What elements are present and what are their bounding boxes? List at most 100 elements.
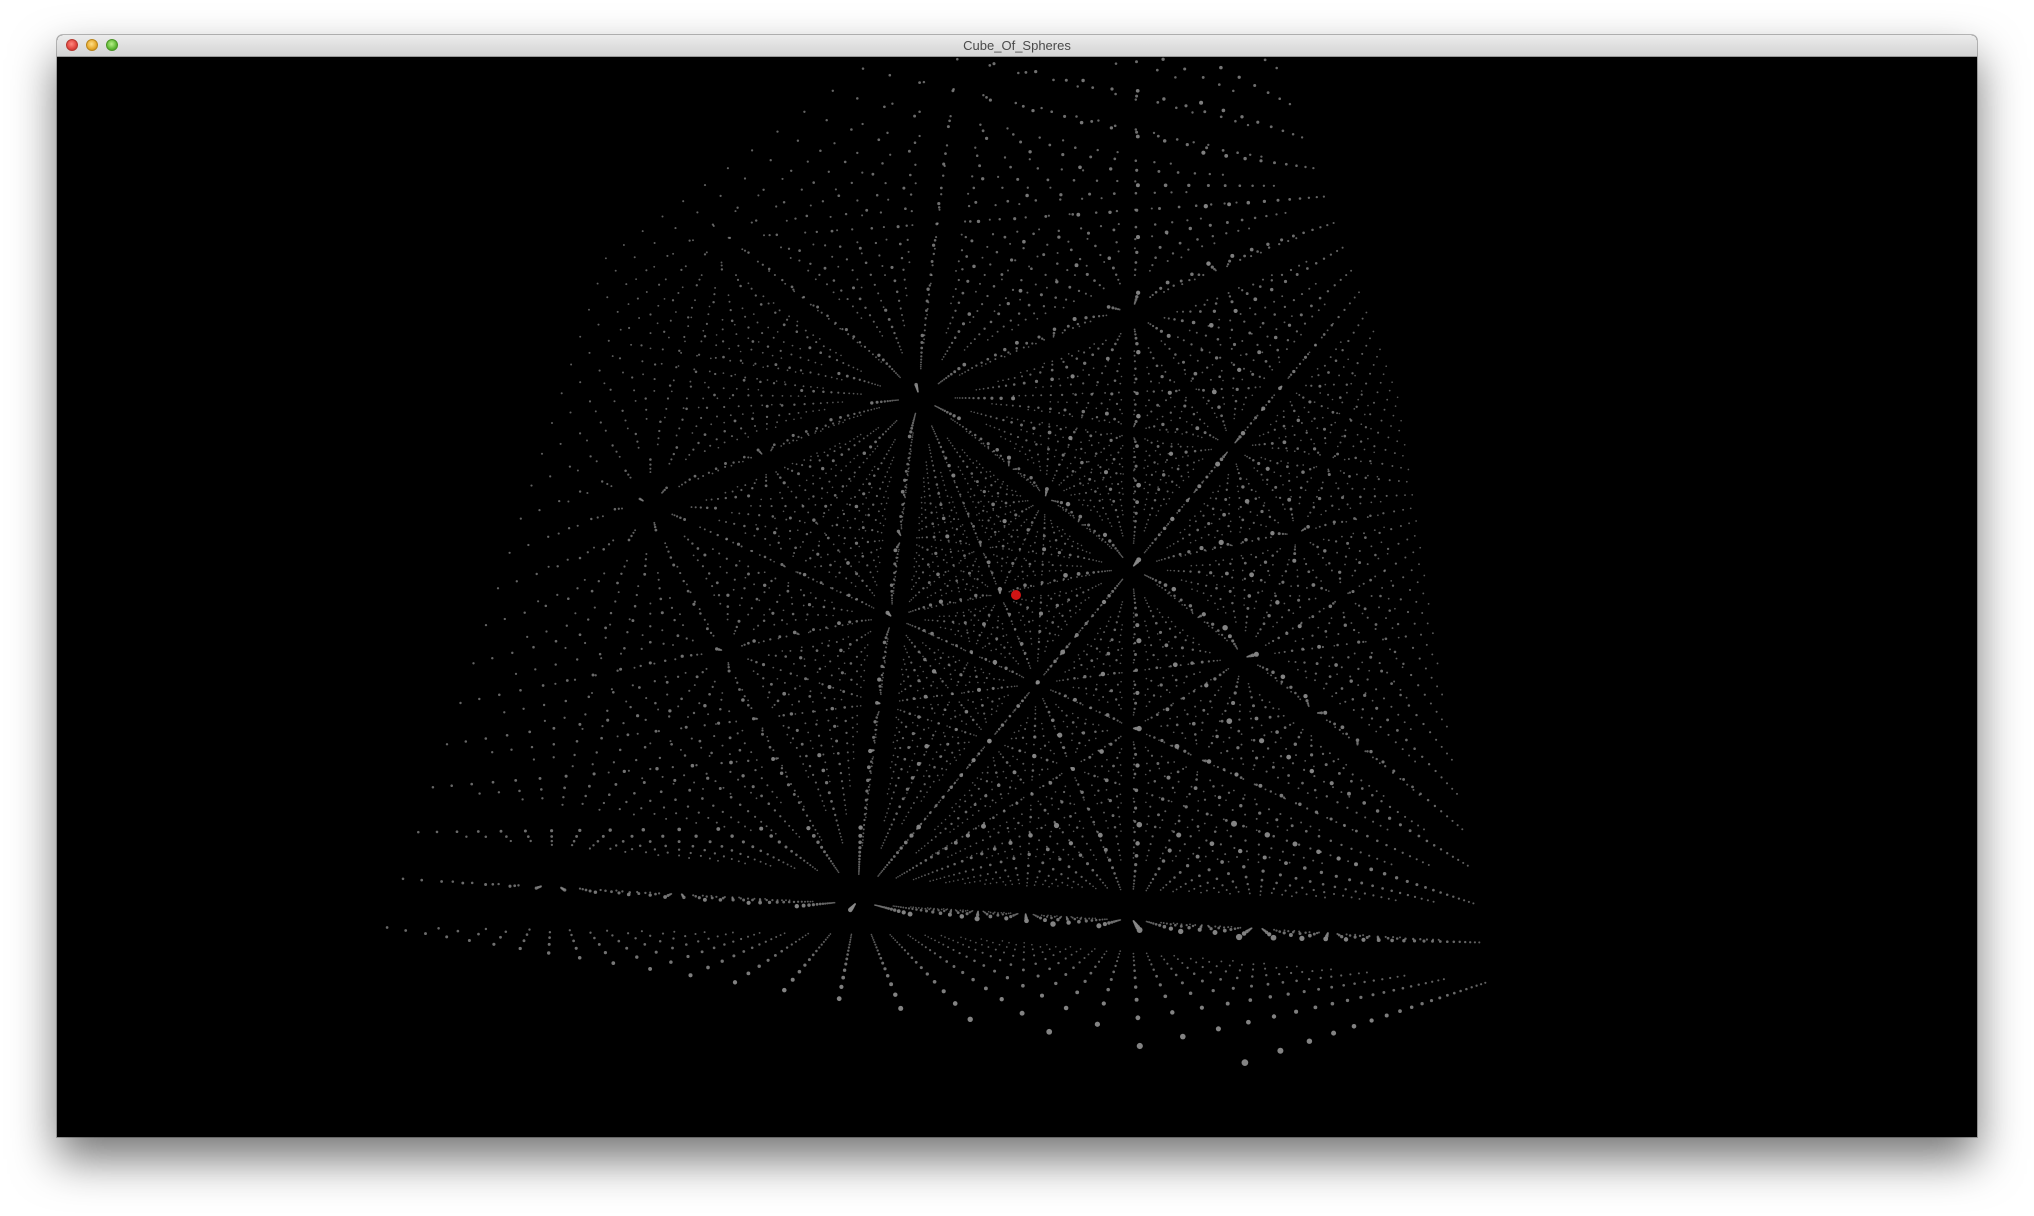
lattice-sphere — [934, 939, 936, 942]
lattice-sphere — [885, 238, 888, 241]
lattice-sphere — [942, 908, 945, 910]
lattice-sphere — [930, 684, 933, 687]
lattice-sphere — [846, 503, 848, 505]
lattice-sphere — [875, 494, 879, 498]
lattice-sphere — [1181, 604, 1183, 606]
lattice-sphere — [946, 561, 948, 564]
lattice-sphere — [960, 542, 962, 545]
lattice-sphere — [892, 741, 895, 743]
lattice-sphere — [960, 233, 963, 236]
lattice-sphere — [787, 693, 790, 696]
lattice-sphere — [810, 386, 812, 388]
lattice-sphere — [1095, 710, 1098, 712]
lattice-sphere — [1158, 559, 1160, 562]
lattice-sphere — [950, 590, 953, 592]
lattice-sphere — [895, 716, 898, 719]
lattice-sphere — [1019, 778, 1022, 781]
lattice-sphere — [867, 409, 869, 412]
lattice-sphere — [807, 731, 810, 734]
lattice-sphere — [1120, 422, 1122, 425]
lattice-sphere — [908, 261, 911, 264]
lattice-sphere — [1051, 564, 1054, 567]
lattice-sphere — [868, 789, 871, 791]
lattice-sphere — [1097, 442, 1100, 444]
lattice-sphere — [966, 454, 968, 457]
lattice-sphere — [1023, 538, 1026, 541]
lattice-sphere — [1042, 538, 1045, 540]
lattice-sphere — [1066, 678, 1069, 681]
lattice-sphere — [965, 428, 968, 431]
lattice-sphere — [696, 354, 698, 357]
lattice-sphere — [800, 436, 803, 439]
lattice-sphere — [1191, 588, 1193, 590]
lattice-sphere — [1002, 628, 1004, 630]
lattice-sphere — [510, 748, 513, 751]
lattice-sphere — [939, 677, 942, 680]
lattice-sphere — [1010, 780, 1013, 782]
lattice-sphere — [874, 728, 877, 732]
lattice-sphere — [818, 459, 821, 462]
lattice-sphere — [603, 950, 608, 955]
lattice-sphere — [875, 716, 878, 719]
lattice-sphere — [1060, 873, 1063, 876]
lattice-sphere — [893, 578, 896, 581]
lattice-sphere — [1106, 729, 1109, 732]
render-viewport[interactable] — [57, 57, 1977, 1137]
lattice-sphere — [797, 700, 801, 703]
lattice-sphere — [798, 519, 801, 523]
lattice-sphere — [818, 273, 821, 277]
lattice-sphere — [1006, 685, 1009, 689]
lattice-sphere — [755, 523, 757, 526]
lattice-sphere — [1146, 439, 1149, 442]
lattice-sphere — [982, 509, 985, 512]
lattice-sphere — [546, 951, 551, 955]
lattice-sphere — [1103, 953, 1106, 956]
lattice-sphere — [622, 371, 624, 374]
lattice-sphere — [756, 673, 759, 676]
lattice-sphere — [568, 929, 571, 932]
lattice-sphere — [1049, 749, 1052, 752]
lattice-sphere — [1000, 565, 1003, 567]
lattice-sphere — [903, 949, 907, 952]
lattice-sphere — [706, 776, 710, 780]
lattice-sphere — [983, 681, 986, 684]
lattice-sphere — [752, 670, 755, 672]
lattice-sphere — [673, 778, 677, 782]
lattice-sphere — [775, 757, 778, 760]
lattice-sphere — [791, 433, 795, 437]
lattice-sphere — [1031, 611, 1034, 613]
lattice-sphere — [1037, 488, 1040, 491]
lattice-sphere — [530, 745, 534, 749]
lattice-sphere — [930, 594, 932, 597]
lattice-sphere — [787, 486, 789, 488]
lattice-sphere — [944, 936, 946, 938]
lattice-sphere — [424, 932, 427, 936]
lattice-sphere — [923, 775, 925, 777]
lattice-sphere — [921, 513, 923, 516]
lattice-sphere — [1049, 581, 1052, 584]
lattice-sphere — [846, 953, 849, 956]
lattice-sphere — [1185, 580, 1187, 583]
lattice-sphere — [799, 546, 802, 548]
lattice-sphere — [597, 580, 600, 583]
title-bar[interactable]: Cube_Of_Spheres — [57, 35, 1977, 57]
lattice-sphere — [611, 934, 614, 937]
lattice-sphere — [769, 834, 773, 838]
lattice-sphere — [924, 874, 926, 877]
lattice-sphere — [1032, 570, 1035, 573]
lattice-sphere — [902, 658, 905, 661]
lattice-sphere — [923, 329, 926, 332]
lattice-sphere — [1002, 951, 1006, 954]
lattice-sphere — [822, 605, 826, 609]
lattice-sphere — [989, 882, 992, 885]
lattice-sphere — [1132, 882, 1135, 885]
lattice-sphere — [1191, 446, 1194, 448]
lattice-sphere — [1059, 741, 1062, 744]
lattice-sphere — [877, 510, 880, 513]
lattice-sphere — [1117, 883, 1120, 886]
sphere-cube-scene[interactable] — [57, 57, 1977, 1137]
lattice-sphere — [975, 506, 977, 509]
lattice-sphere — [804, 559, 807, 562]
lattice-sphere — [1208, 651, 1211, 654]
lattice-sphere — [522, 939, 526, 943]
